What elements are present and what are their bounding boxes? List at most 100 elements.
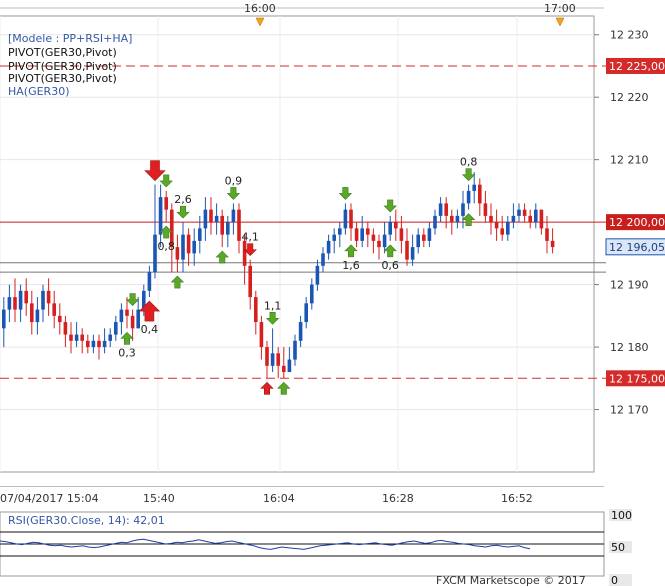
candle-body: [181, 234, 185, 260]
candle-body: [52, 303, 56, 316]
candle-body: [405, 240, 409, 260]
candle-body: [69, 334, 73, 341]
candle-body: [203, 209, 208, 229]
candle-body: [80, 334, 84, 341]
y-tick-label: 12 210: [610, 154, 649, 167]
candle-body: [343, 209, 348, 229]
legend-pivot-3: PIVOT(GER30,Pivot): [8, 72, 117, 85]
candle-body: [517, 209, 521, 216]
candle-body: [394, 222, 398, 229]
candle-body: [332, 234, 336, 241]
candle-body: [416, 234, 420, 248]
pivot-label: 12 175,00: [609, 372, 665, 385]
candle-body: [366, 228, 370, 235]
candle-body: [153, 234, 157, 273]
candle-body: [293, 340, 297, 360]
candle-body: [108, 334, 112, 341]
x-tick-label: 16:04: [263, 492, 295, 505]
candle-body: [472, 184, 476, 191]
pivot-label: 12 200,00: [609, 216, 665, 229]
legend-model: [Modele : PP+RSI+HA]: [8, 32, 132, 45]
candle-body: [349, 209, 353, 229]
candle-body: [242, 240, 247, 266]
candle-body: [119, 309, 124, 323]
top-time-label: 17:00: [544, 2, 576, 15]
candle-body: [450, 215, 454, 223]
candle-body: [522, 209, 527, 216]
candle-body: [438, 203, 443, 216]
signal-label: 0,8: [157, 240, 175, 253]
candle-body: [63, 322, 68, 335]
candle-body: [461, 203, 465, 216]
candle-body: [511, 215, 516, 223]
y-tick-label: 12 220: [610, 91, 649, 104]
candle-body: [534, 209, 538, 223]
candle-body: [326, 240, 331, 254]
signal-label: 0,4: [141, 323, 159, 336]
time-axis-bottom: [0, 486, 604, 487]
candle-body: [254, 297, 258, 323]
signal-label: 1,6: [342, 259, 360, 272]
candle-body: [287, 359, 292, 373]
candle-body: [310, 284, 314, 304]
candle-body: [545, 228, 549, 241]
candle-body: [114, 322, 118, 335]
x-tick-label: 15:40: [143, 492, 175, 505]
candle-body: [86, 340, 90, 348]
candle-body: [237, 209, 241, 241]
candle-body: [198, 228, 202, 241]
candle-body: [220, 215, 224, 235]
candle-body: [315, 265, 320, 285]
candle-body: [270, 353, 275, 366]
watermark: FXCM Marketscope © 2017: [436, 574, 586, 587]
candle-body: [35, 309, 40, 323]
candle-body: [136, 309, 140, 329]
candle-body: [91, 340, 96, 348]
candle-body: [360, 228, 364, 241]
candle-body: [46, 290, 51, 304]
chart-canvas: 12 225,00 12 200,00 12 175,00 12 196,05 2,6…: [0, 2, 665, 587]
x-tick-label: 07/04/2017 15:04: [0, 492, 99, 505]
candle-body: [209, 209, 213, 223]
candle-body: [489, 215, 493, 223]
time-axis: 07/04/2017 15:04 15:40 16:04 16:28 16:52: [0, 492, 533, 505]
candle-body: [321, 253, 325, 266]
candle-body: [186, 234, 191, 254]
rsi-tick-label: 100: [611, 509, 632, 522]
rsi-tick-label: 0: [611, 574, 618, 587]
candle-body: [298, 322, 303, 341]
signal-label: 1,1: [264, 299, 282, 312]
x-tick-label: 16:28: [382, 492, 414, 505]
candle-body: [30, 303, 34, 323]
candle-body: [175, 247, 180, 260]
signal-label: 4,1: [241, 231, 259, 244]
top-time-label: 16:00: [244, 2, 276, 15]
candle-body: [7, 297, 12, 310]
candle-body: [354, 228, 359, 241]
candle-body: [410, 247, 415, 260]
signal-label: 0,3: [118, 346, 136, 359]
candle-body: [97, 340, 101, 348]
candle-body: [500, 228, 504, 235]
candle-body: [13, 297, 17, 310]
candle-body: [164, 197, 168, 210]
candle-body: [371, 234, 376, 241]
candle-body: [276, 353, 280, 366]
pivot-label: 12 225,00: [609, 60, 665, 73]
candle-body: [478, 184, 482, 204]
candle-body: [539, 209, 544, 229]
candle-body: [338, 228, 342, 235]
candle-body: [265, 347, 269, 366]
candle-body: [1, 309, 6, 329]
candle-body: [455, 215, 460, 223]
y-tick-label: 12 170: [610, 404, 649, 417]
candle-body: [74, 334, 79, 341]
candle-body: [102, 340, 107, 348]
candle-body: [528, 215, 532, 223]
candle-body: [24, 290, 28, 304]
y-tick-label: 12 180: [610, 341, 649, 354]
signal-label: 2,6: [174, 193, 192, 206]
candle-body: [130, 315, 135, 329]
candle-body: [147, 272, 152, 291]
candle-body: [214, 215, 219, 223]
